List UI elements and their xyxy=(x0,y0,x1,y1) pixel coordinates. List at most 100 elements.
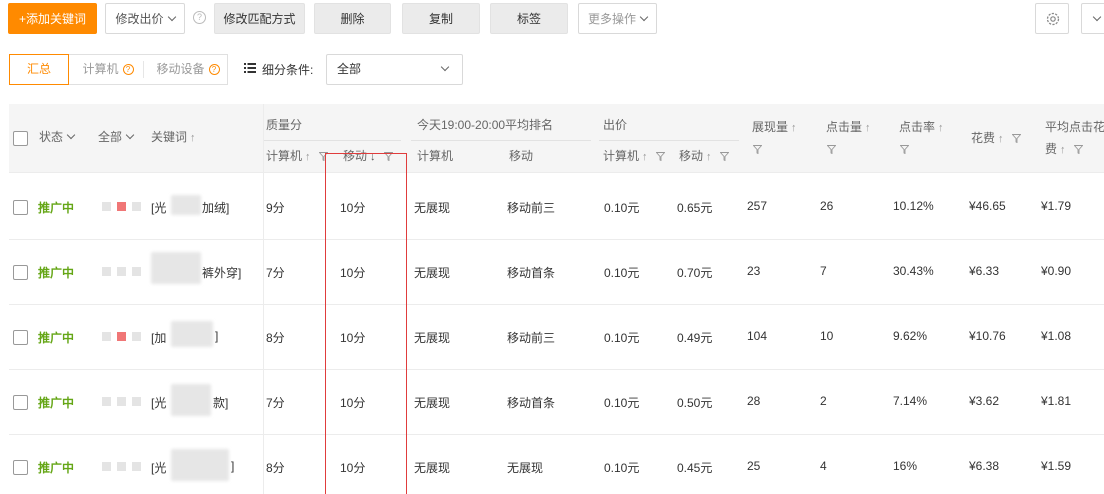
filter-icon[interactable] xyxy=(1073,145,1083,154)
row-checkbox[interactable] xyxy=(13,200,28,215)
table-row[interactable]: 推广中 [光 款] 7分 10分 无展现 移动首条 0.10元 0.50元 28… xyxy=(9,370,1104,435)
keyword-table: 状态 全部 关键词 ↑ 质量分 计算机 ↑ 移动 ↓ 今天19:00-20:00平均排… xyxy=(9,104,1104,494)
status-indicator xyxy=(132,202,141,211)
status-label[interactable]: 推广中 xyxy=(38,459,74,476)
clicks: 4 xyxy=(820,459,827,473)
modify-match-button[interactable]: 修改匹配方式 xyxy=(214,3,305,34)
filter-icon[interactable] xyxy=(655,152,665,161)
status-indicator xyxy=(102,267,111,276)
status-label[interactable]: 推广中 xyxy=(38,199,74,216)
keyword-suffix[interactable]: 加绒] xyxy=(202,199,229,216)
quality-pc-header: 计算机 xyxy=(266,149,303,163)
bid-mobile[interactable]: 0.70元 xyxy=(677,264,712,281)
bid-pc[interactable]: 0.10元 xyxy=(604,394,639,411)
cost: ¥46.65 xyxy=(969,199,1006,213)
rank-pc: 无展现 xyxy=(414,331,451,345)
segment-mobile[interactable]: 移动设备? xyxy=(149,55,227,84)
keyword-prefix[interactable]: [光 xyxy=(151,199,166,216)
row-checkbox[interactable] xyxy=(13,265,28,280)
bid-pc-sort[interactable]: 计算机 ↑ xyxy=(603,147,665,164)
copy-button[interactable]: 复制 xyxy=(402,3,480,34)
help-icon[interactable]: ? xyxy=(122,64,134,75)
bid-pc[interactable]: 0.10元 xyxy=(604,199,639,216)
rank-mobile-header: 移动 xyxy=(509,149,534,163)
table-row[interactable]: 推广中 [加 ] 8分 10分 无展现 移动前三 0.10元 0.49元 104… xyxy=(9,305,1104,370)
quality-mobile-sort[interactable]: 移动 ↓ xyxy=(343,147,393,164)
filter-icon[interactable] xyxy=(383,152,393,161)
tag-button[interactable]: 标签 xyxy=(490,3,568,34)
keyword-prefix[interactable]: [加 xyxy=(151,329,166,346)
impressions-sort[interactable]: 展现量 ↑ xyxy=(752,118,797,135)
delete-button[interactable]: 删除 xyxy=(314,3,391,34)
filter-icon[interactable] xyxy=(900,145,909,154)
more-ops-dropdown[interactable]: 更多操作 xyxy=(578,3,657,34)
chevron-down-icon xyxy=(1092,12,1102,22)
keyword-suffix[interactable]: ] xyxy=(231,459,234,473)
status-header: 状态 xyxy=(39,130,64,144)
segment-computer[interactable]: 计算机? xyxy=(78,55,138,84)
all-filter[interactable]: 全部 xyxy=(98,128,135,145)
clicks-sort[interactable]: 点击量 ↑ xyxy=(826,118,871,135)
table-row[interactable]: 推广中 裤外穿] 7分 10分 无展现 移动首条 0.10元 0.70元 23 … xyxy=(9,240,1104,305)
bid-mobile[interactable]: 0.50元 xyxy=(677,394,712,411)
quality-pc-sort[interactable]: 计算机 ↑ xyxy=(266,147,328,164)
keyword-prefix[interactable]: [光 xyxy=(151,459,166,476)
keyword-prefix[interactable]: [光 xyxy=(151,394,166,411)
status-indicator xyxy=(132,397,141,406)
bid-pc[interactable]: 0.10元 xyxy=(604,264,639,281)
divider xyxy=(143,61,144,78)
keyword-sort[interactable]: 关键词 ↑ xyxy=(151,128,196,145)
device-segment-control: 汇总 计算机? 移动设备? xyxy=(9,54,228,85)
help-icon[interactable]: ? xyxy=(208,64,220,75)
chevron-down-icon xyxy=(167,12,176,22)
row-checkbox[interactable] xyxy=(13,460,28,475)
ctr-sort[interactable]: 点击率 ↑ xyxy=(899,118,944,135)
status-label[interactable]: 推广中 xyxy=(38,264,74,281)
keyword-suffix[interactable]: 裤外穿] xyxy=(202,264,241,281)
select-all-checkbox[interactable] xyxy=(13,131,28,146)
bid-mobile[interactable]: 0.65元 xyxy=(677,199,712,216)
bid-mobile[interactable]: 0.49元 xyxy=(677,329,712,346)
add-keyword-button[interactable]: +添加关键词 xyxy=(8,3,97,34)
bid-pc[interactable]: 0.10元 xyxy=(604,459,639,476)
avg-cpc-sort[interactable]: 费 ↑ xyxy=(1045,140,1083,157)
clicks-header: 点击量 xyxy=(826,120,863,134)
clicks: 7 xyxy=(820,264,827,278)
sort-up-icon: ↑ xyxy=(998,133,1004,145)
quality-mobile: 10分 xyxy=(340,266,366,280)
column-divider xyxy=(263,104,264,494)
bid-mobile-sort[interactable]: 移动 ↑ xyxy=(679,147,729,164)
keyword-header: 关键词 xyxy=(151,130,188,144)
filter-icon[interactable] xyxy=(1011,134,1021,143)
ctr: 9.62% xyxy=(893,329,928,343)
redacted-text xyxy=(171,449,229,481)
chevron-down-icon xyxy=(639,12,649,22)
row-checkbox[interactable] xyxy=(13,330,28,345)
all-header: 全部 xyxy=(98,130,123,144)
filter-icon[interactable] xyxy=(318,152,328,161)
filter-icon[interactable] xyxy=(827,145,836,154)
filter-icon[interactable] xyxy=(719,152,729,161)
ctr-header: 点击率 xyxy=(899,120,936,134)
bid-mobile[interactable]: 0.45元 xyxy=(677,459,712,476)
status-label[interactable]: 推广中 xyxy=(38,394,74,411)
extra-dropdown-button[interactable] xyxy=(1081,3,1104,34)
keyword-suffix[interactable]: ] xyxy=(215,329,218,343)
quality-mobile: 10分 xyxy=(340,396,366,410)
impressions: 25 xyxy=(747,459,761,473)
help-icon[interactable]: ? xyxy=(193,11,206,24)
table-row[interactable]: 推广中 [光 ] 8分 10分 无展现 无展现 0.10元 0.45元 25 4… xyxy=(9,435,1104,494)
status-label[interactable]: 推广中 xyxy=(38,329,74,346)
table-row[interactable]: 推广中 [光 加绒] 9分 10分 无展现 移动前三 0.10元 0.65元 2… xyxy=(9,175,1104,240)
filter-icon[interactable] xyxy=(753,145,762,154)
keyword-suffix[interactable]: 款] xyxy=(213,394,228,411)
row-checkbox[interactable] xyxy=(13,395,28,410)
cost: ¥6.38 xyxy=(969,459,1000,473)
condition-select[interactable]: 全部 xyxy=(326,54,463,85)
settings-button[interactable] xyxy=(1035,3,1069,34)
segment-summary[interactable]: 汇总 xyxy=(9,54,69,85)
modify-bid-dropdown[interactable]: 修改出价 xyxy=(105,3,185,34)
cost-sort[interactable]: 花费 ↑ xyxy=(971,129,1021,146)
status-filter[interactable]: 状态 xyxy=(39,128,76,145)
bid-pc[interactable]: 0.10元 xyxy=(604,329,639,346)
